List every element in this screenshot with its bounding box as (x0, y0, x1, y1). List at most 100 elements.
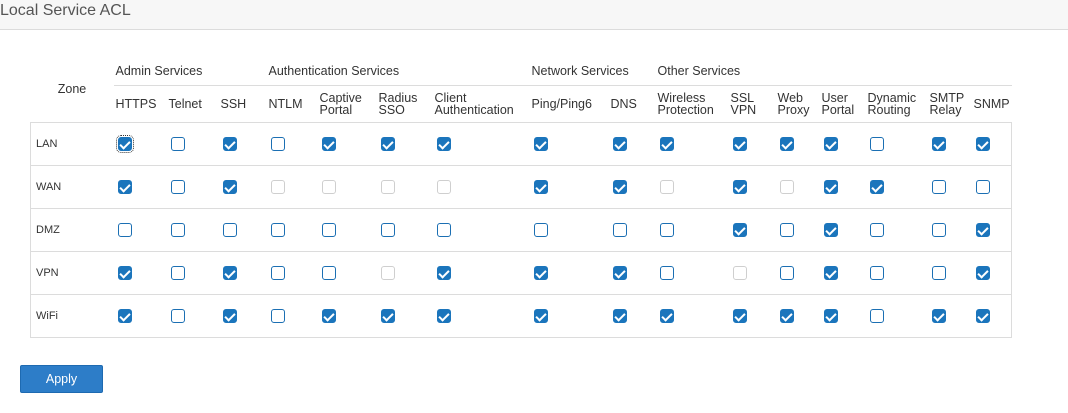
acl-cell (775, 294, 820, 338)
checkbox-dmz-web-proxy[interactable] (779, 223, 794, 238)
checkbox-lan-wireless-protection[interactable] (659, 137, 674, 152)
checkbox-lan-snmp[interactable] (975, 137, 990, 152)
service-header-label: HTTPS (115, 97, 157, 111)
zone-label: VPN (30, 251, 114, 295)
acl-cell (608, 122, 656, 166)
checkbox-wifi-ssh[interactable] (222, 309, 237, 324)
checkbox-wifi-client-authentication[interactable] (436, 309, 451, 324)
checkbox-lan-dynamic-routing[interactable] (869, 137, 884, 152)
checkbox-wifi-ntlm[interactable] (270, 309, 285, 324)
checkbox-dmz-ssl-vpn[interactable] (732, 223, 747, 238)
checkbox-wifi-ssl-vpn[interactable] (732, 309, 747, 324)
service-header-label: SSO (378, 103, 405, 117)
zone-label: DMZ (30, 208, 114, 252)
checkbox-wan-dynamic-routing[interactable] (869, 180, 884, 195)
service-header-ssh: SSH (218, 85, 267, 123)
checkbox-dmz-ssh[interactable] (222, 223, 237, 238)
checkbox-vpn-web-proxy[interactable] (779, 266, 794, 281)
checkbox-vpn-captive-portal[interactable] (321, 266, 336, 281)
checkbox-lan-web-proxy[interactable] (779, 137, 794, 152)
acl-cell (113, 122, 167, 166)
checkbox-dmz-wireless-protection[interactable] (659, 223, 674, 238)
checkbox-wifi-user-portal[interactable] (823, 309, 838, 324)
checkbox-vpn-user-portal[interactable] (823, 266, 838, 281)
checkbox-dmz-client-authentication[interactable] (436, 223, 451, 238)
checkbox-lan-client-authentication[interactable] (436, 137, 451, 152)
checkbox-vpn-ssh[interactable] (222, 266, 237, 281)
checkbox-wan-https[interactable] (117, 180, 132, 195)
checkbox-vpn-ping-ping6[interactable] (533, 266, 548, 281)
checkbox-wan-snmp[interactable] (975, 180, 990, 195)
acl-cell (266, 208, 318, 252)
checkbox-vpn-ntlm[interactable] (270, 266, 285, 281)
acl-cell (317, 122, 377, 166)
acl-cell (317, 294, 377, 338)
checkbox-dmz-user-portal[interactable] (823, 223, 838, 238)
service-header-label: Proxy (777, 103, 810, 117)
checkbox-wifi-dns[interactable] (612, 309, 627, 324)
checkbox-wifi-https[interactable] (117, 309, 132, 324)
checkbox-lan-user-portal[interactable] (823, 137, 838, 152)
acl-cell (728, 294, 776, 338)
checkbox-wifi-web-proxy[interactable] (779, 309, 794, 324)
checkbox-wan-ssh[interactable] (222, 180, 237, 195)
checkbox-dmz-smtp-relay[interactable] (931, 223, 946, 238)
checkbox-wan-dns[interactable] (612, 180, 627, 195)
service-header-user-portal: User Portal (819, 85, 866, 123)
acl-cell (819, 208, 866, 252)
checkbox-wifi-snmp[interactable] (975, 309, 990, 324)
service-header-radius-sso: Radius SSO (376, 85, 433, 123)
checkbox-wifi-ping-ping6[interactable] (533, 309, 548, 324)
checkbox-lan-ping-ping6[interactable] (533, 137, 548, 152)
checkbox-wifi-dynamic-routing[interactable] (869, 309, 884, 324)
zone-label: WiFi (30, 294, 114, 338)
checkbox-dmz-dns[interactable] (612, 223, 627, 238)
checkbox-dmz-radius-sso[interactable] (380, 223, 395, 238)
service-header-dns: DNS (608, 85, 656, 123)
checkbox-lan-smtp-relay[interactable] (931, 137, 946, 152)
checkbox-lan-telnet[interactable] (170, 137, 185, 152)
service-header-dynamic-routing: Dynamic Routing (865, 85, 928, 123)
checkbox-dmz-dynamic-routing[interactable] (869, 223, 884, 238)
acl-cell (927, 251, 972, 295)
checkbox-lan-ssl-vpn[interactable] (732, 137, 747, 152)
checkbox-vpn-telnet[interactable] (170, 266, 185, 281)
group-header-admin-services: Admin Services (115, 63, 203, 78)
checkbox-wifi-wireless-protection[interactable] (659, 309, 674, 324)
acl-cell (728, 251, 776, 295)
checkbox-vpn-wireless-protection[interactable] (659, 266, 674, 281)
checkbox-vpn-dynamic-routing[interactable] (869, 266, 884, 281)
checkbox-wan-ssl-vpn[interactable] (732, 180, 747, 195)
checkbox-dmz-ping-ping6[interactable] (533, 223, 548, 238)
checkbox-lan-captive-portal[interactable] (321, 137, 336, 152)
checkbox-dmz-telnet[interactable] (170, 223, 185, 238)
checkbox-vpn-https[interactable] (117, 266, 132, 281)
checkbox-lan-ssh[interactable] (222, 137, 237, 152)
acl-cell (113, 251, 167, 295)
checkbox-lan-radius-sso[interactable] (380, 137, 395, 152)
checkbox-lan-ntlm[interactable] (270, 137, 285, 152)
acl-cell (971, 208, 1012, 252)
checkbox-dmz-captive-portal[interactable] (321, 223, 336, 238)
checkbox-lan-dns[interactable] (612, 137, 627, 152)
apply-button[interactable]: Apply (20, 365, 103, 393)
checkbox-vpn-snmp[interactable] (975, 266, 990, 281)
acl-cell (927, 208, 972, 252)
checkbox-wifi-radius-sso[interactable] (380, 309, 395, 324)
checkbox-vpn-smtp-relay[interactable] (931, 266, 946, 281)
checkbox-wifi-captive-portal[interactable] (321, 309, 336, 324)
acl-cell (728, 122, 776, 166)
checkbox-dmz-ntlm[interactable] (270, 223, 285, 238)
checkbox-lan-https[interactable] (115, 135, 134, 154)
checkbox-wifi-telnet[interactable] (170, 309, 185, 324)
checkbox-vpn-dns[interactable] (612, 266, 627, 281)
checkbox-wan-smtp-relay[interactable] (931, 180, 946, 195)
checkbox-dmz-snmp[interactable] (975, 223, 990, 238)
checkbox-wan-telnet[interactable] (170, 180, 185, 195)
checkbox-vpn-client-authentication[interactable] (436, 266, 451, 281)
acl-cell (971, 294, 1012, 338)
checkbox-dmz-https[interactable] (117, 223, 132, 238)
checkbox-wan-user-portal[interactable] (823, 180, 838, 195)
checkbox-wifi-smtp-relay[interactable] (931, 309, 946, 324)
checkbox-wan-ping-ping6[interactable] (533, 180, 548, 195)
